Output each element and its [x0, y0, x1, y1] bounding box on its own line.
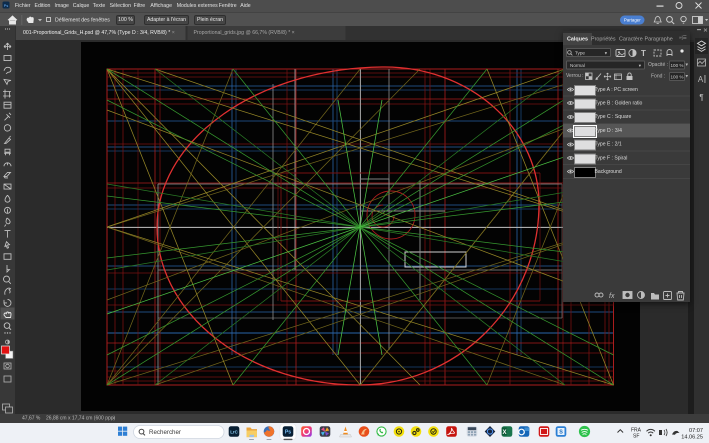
- svg-text:14.06.25: 14.06.25: [681, 435, 703, 441]
- svg-text:fx: fx: [609, 293, 615, 300]
- svg-text:LrC: LrC: [230, 430, 238, 435]
- svg-text:Ps: Ps: [4, 4, 9, 8]
- svg-text:Rechercher: Rechercher: [149, 429, 181, 436]
- svg-text:S: S: [559, 430, 563, 436]
- svg-text:X: X: [502, 430, 506, 436]
- svg-text:A: A: [698, 75, 704, 84]
- svg-text:¶: ¶: [699, 93, 703, 102]
- svg-text:Ps: Ps: [285, 430, 291, 436]
- svg-text:07:07: 07:07: [689, 428, 703, 434]
- svg-text:SF: SF: [633, 434, 639, 440]
- svg-text:T: T: [641, 49, 646, 58]
